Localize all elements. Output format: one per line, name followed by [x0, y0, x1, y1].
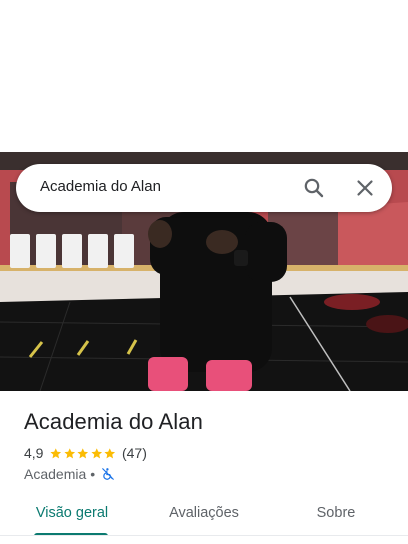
- blank-map-area: [0, 0, 408, 152]
- tab-about[interactable]: Sobre: [274, 494, 398, 536]
- rating-row[interactable]: 4,9 (47): [24, 444, 147, 462]
- star-icon: [50, 447, 62, 458]
- tab-overview[interactable]: Visão geral: [10, 494, 134, 536]
- search-icon[interactable]: [302, 176, 326, 200]
- place-tabs: Visão geral Avaliações Sobre: [0, 494, 408, 536]
- review-count[interactable]: (47): [122, 445, 147, 461]
- place-title: Academia do Alan: [24, 409, 203, 434]
- tabs-divider: [0, 535, 408, 536]
- close-icon[interactable]: [353, 176, 377, 200]
- separator-dot: •: [90, 466, 96, 482]
- star-icon: [91, 447, 103, 458]
- search-query-text[interactable]: Academia do Alan: [40, 178, 161, 195]
- category-row: Academia •: [24, 465, 115, 483]
- star-icon: [77, 447, 89, 458]
- star-rating: [49, 447, 117, 460]
- search-bar[interactable]: Academia do Alan: [16, 164, 392, 212]
- star-icon: [104, 447, 116, 458]
- tab-reviews[interactable]: Avaliações: [142, 494, 266, 536]
- tab-reviews-label: Avaliações: [169, 505, 239, 521]
- tab-about-label: Sobre: [316, 505, 356, 521]
- wheelchair-not-accessible-icon: [102, 468, 115, 480]
- rating-value: 4,9: [24, 445, 44, 461]
- tab-overview-label: Visão geral: [35, 505, 109, 521]
- place-category: Academia: [24, 466, 87, 482]
- star-icon: [64, 447, 76, 458]
